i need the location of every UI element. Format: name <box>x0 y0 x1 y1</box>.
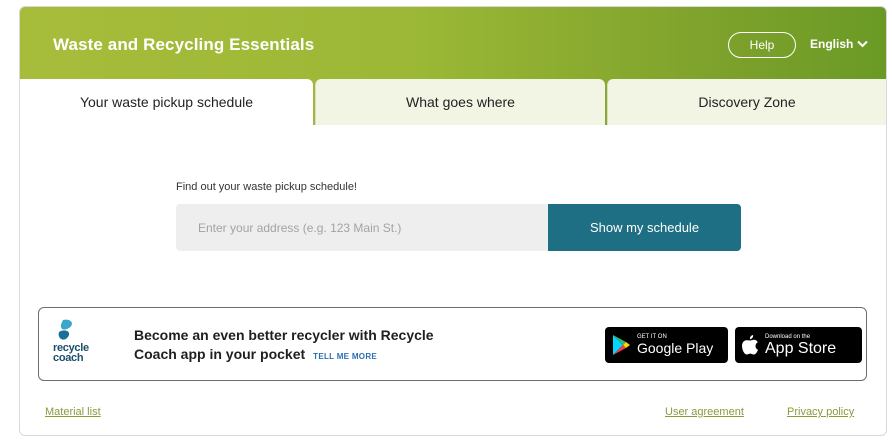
banner-message: Become an even better recycler with Recy… <box>134 326 434 366</box>
waste-widget: Waste and Recycling Essentials Help Engl… <box>19 6 887 436</box>
app-store-badge[interactable]: Download on the App Store <box>735 327 862 363</box>
banner-line1: Become an even better recycler with Recy… <box>134 327 434 343</box>
app-title: Waste and Recycling Essentials <box>53 35 315 54</box>
header: Waste and Recycling Essentials Help Engl… <box>20 7 886 125</box>
language-selector[interactable]: English <box>810 37 869 51</box>
material-list-link[interactable]: Material list <box>45 406 101 418</box>
tab-pickup-schedule[interactable]: Your waste pickup schedule <box>20 79 313 125</box>
tab-label: Discovery Zone <box>698 94 796 110</box>
google-badge-text: GET IT ON Google Play <box>637 334 713 356</box>
language-label: English <box>810 37 854 51</box>
google-play-badge[interactable]: GET IT ON Google Play <box>605 327 728 363</box>
tell-me-more-link[interactable]: TELL ME MORE <box>313 352 377 361</box>
logo-text-line2: coach <box>53 352 84 364</box>
apple-icon <box>742 335 758 355</box>
user-agreement-link[interactable]: User agreement <box>665 406 744 418</box>
google-play-icon <box>613 335 630 355</box>
google-big-text: Google Play <box>637 340 714 356</box>
recycle-coach-banner: recycle coach Become an even better recy… <box>38 307 867 381</box>
tab-discovery-zone[interactable]: Discovery Zone <box>607 79 886 125</box>
tab-what-goes-where[interactable]: What goes where <box>315 79 605 125</box>
chevron-down-icon <box>857 40 869 48</box>
recycle-leaf-icon <box>58 319 72 340</box>
banner-line2: Coach app in your pocket <box>134 346 306 362</box>
address-input[interactable] <box>176 204 548 251</box>
apple-badge-text: Download on the App Store <box>765 334 837 357</box>
privacy-policy-link[interactable]: Privacy policy <box>787 406 854 418</box>
tab-label: What goes where <box>406 94 515 110</box>
logo-text: recycle coach <box>53 343 89 364</box>
tab-label: Your waste pickup schedule <box>79 94 254 110</box>
tab-bar: Your waste pickup schedule What goes whe… <box>20 79 886 125</box>
search-label: Find out your waste pickup schedule! <box>176 181 357 193</box>
apple-big-text: App Store <box>765 340 837 357</box>
show-schedule-button[interactable]: Show my schedule <box>548 204 741 251</box>
recycle-coach-logo: recycle coach <box>53 318 93 372</box>
help-button[interactable]: Help <box>728 32 796 58</box>
